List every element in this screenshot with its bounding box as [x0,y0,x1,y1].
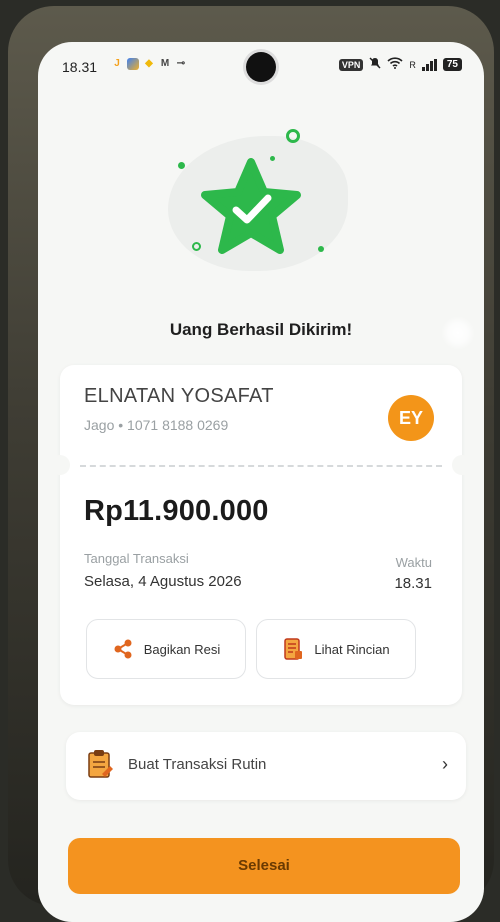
phone-body: 18.31 J ◆ M ⊸ VPN R 75 Uang Berhasil Dik… [8,6,494,922]
date-label: Tanggal Transaksi [84,551,189,566]
transfer-amount: Rp11.900.000 [84,495,269,527]
wifi-icon [387,57,403,72]
share-receipt-label: Bagikan Resi [143,641,221,657]
status-time: 18.31 [62,59,98,75]
date-value: Selasa, 4 Agustus 2026 [84,573,242,590]
transaction-card: ELNATAN YOSAFAT Jago • 1071 8188 0269 EY… [50,365,472,705]
card-notch [50,455,70,475]
recipient-name: ELNATAN YOSAFAT [84,385,274,407]
signal-icon [421,58,437,71]
signal-label: R [409,59,416,70]
decor-dot [318,246,324,252]
success-star-icon [201,158,301,254]
key-icon: ⊸ [176,58,186,69]
clipboard-icon [88,750,113,778]
app-screen: 18.31 J ◆ M ⊸ VPN R 75 Uang Berhasil Dik… [38,42,484,922]
decor-dot [178,162,185,169]
routine-transaction-label: Buat Transaksi Rutin [128,756,267,773]
done-button[interactable]: Selesai [68,838,460,894]
mail-icon: M [160,58,170,69]
recipient-avatar: EY [388,395,434,441]
time-label: Waktu [395,555,432,570]
success-illustration [156,122,356,282]
recipient-bank-account: Jago • 1071 8188 0269 [84,417,229,433]
status-indicators: VPN R 75 [338,57,462,72]
light-glare [441,316,475,350]
front-camera [246,52,276,82]
vpn-badge: VPN [338,58,364,71]
share-receipt-button[interactable]: Bagikan Resi [86,619,246,679]
view-details-label: Lihat Rincian [314,641,390,657]
grid-app-icon [127,58,139,70]
card-divider [80,465,442,467]
binance-icon: ◆ [145,58,153,69]
status-bar: 18.31 J ◆ M ⊸ VPN R 75 [38,42,484,86]
view-details-button[interactable]: Lihat Rincian [256,619,416,679]
j-app-icon: J [114,58,120,69]
success-headline: Uang Berhasil Dikirim! [169,320,353,339]
time-value: 18.31 [394,575,432,592]
battery-indicator: 75 [442,58,462,71]
card-notch [452,455,472,475]
share-icon [114,639,132,659]
receipt-icon [284,638,303,660]
chevron-right-icon: › [442,754,448,774]
notification-icons: J ◆ M ⊸ [111,58,187,70]
mute-icon [369,57,381,72]
decor-ring [286,129,300,143]
create-routine-transaction-row[interactable]: Buat Transaksi Rutin › [66,732,466,800]
